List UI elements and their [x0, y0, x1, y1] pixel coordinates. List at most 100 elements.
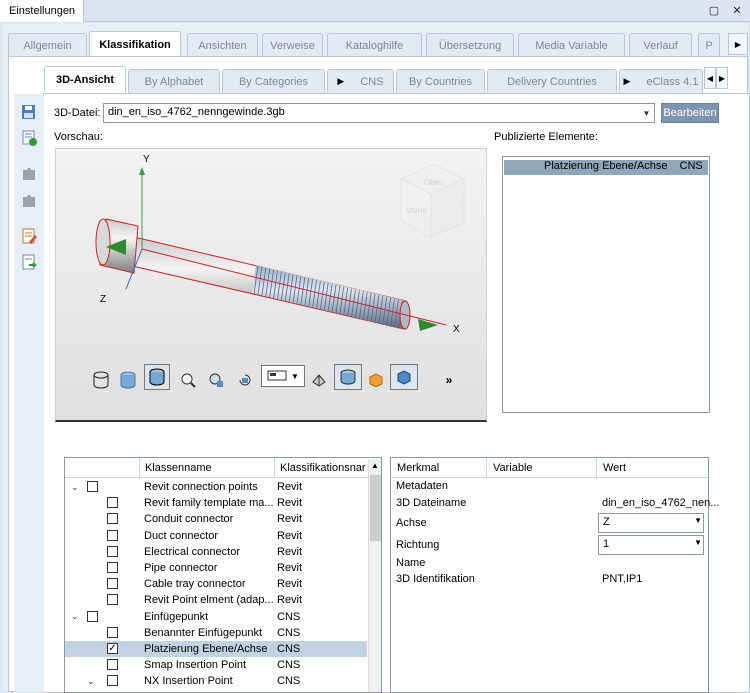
solid-cube-icon[interactable] [390, 364, 418, 390]
edit-button[interactable]: Bearbeiten [661, 103, 719, 123]
tree-row[interactable]: Pipe connector Revit [65, 560, 367, 576]
mesh-icon[interactable] [310, 367, 328, 393]
puzzle-remove-icon[interactable] [20, 192, 38, 210]
row-checkbox[interactable] [107, 594, 118, 606]
subtab-by-countries[interactable]: By Countries [396, 69, 485, 93]
tree-row[interactable]: ⌄ NX Insertion Point CNS [65, 673, 367, 689]
subtab-by-alphabet[interactable]: By Alphabet [128, 69, 220, 93]
tab-media-variable[interactable]: Media Variable [518, 33, 625, 57]
tree-row[interactable]: Duct connector Revit [65, 528, 367, 544]
export-list-icon[interactable] [20, 253, 38, 271]
tab-label: Übersetzung [438, 39, 502, 52]
close-icon[interactable]: ✕ [729, 3, 745, 19]
prop-header-variable[interactable]: Variable [487, 458, 597, 478]
tree-header-name[interactable]: Klassenname [140, 458, 275, 478]
subtab-by-categories[interactable]: By Categories [222, 69, 325, 93]
prop-header-value[interactable]: Wert [597, 458, 708, 478]
property-value-combo[interactable]: 1 ▼ [598, 535, 704, 555]
property-name: 3D Dateiname [396, 497, 467, 509]
y-axis-label: Y [143, 154, 150, 165]
subtab-3d-ansicht[interactable]: 3D-Ansicht [44, 66, 126, 92]
row-class-name: Revit Point elment (adap... [144, 594, 274, 607]
row-checkbox[interactable] [107, 626, 118, 638]
published-row-class: CNS [679, 160, 703, 172]
row-checkbox[interactable] [107, 513, 118, 525]
save-icon[interactable] [20, 103, 38, 121]
tab-scroll-left-icon[interactable]: ◀ [704, 67, 716, 89]
row-checkbox[interactable] [107, 497, 118, 509]
tab-verlauf[interactable]: Verlauf [629, 33, 692, 57]
tab-allgemein[interactable]: Allgemein [8, 33, 87, 57]
row-checkbox[interactable] [107, 578, 118, 590]
published-row[interactable]: Platzierung Ebene/Achse CNS [504, 160, 708, 175]
puzzle-icon[interactable] [20, 165, 38, 183]
chevron-down-icon[interactable]: ▼ [638, 104, 654, 122]
row-checkbox[interactable] [87, 481, 98, 492]
view-mode-dropdown[interactable]: ▼ [261, 365, 305, 387]
tab-kataloghilfe[interactable]: Kataloghilfe [327, 33, 422, 57]
scroll-up-icon[interactable]: ▲ [371, 461, 379, 470]
add-document-icon[interactable] [20, 129, 38, 147]
row-checkbox[interactable] [107, 659, 118, 671]
rotate-icon[interactable] [236, 367, 254, 393]
subtab-cns[interactable]: ▶ CNS [327, 69, 394, 93]
tree-row[interactable]: ✓ Platzierung Ebene/Achse CNS [65, 641, 367, 657]
more-tools-button[interactable]: » [442, 367, 456, 393]
row-checkbox[interactable] [107, 562, 118, 573]
chevron-down-icon[interactable]: ⌄ [71, 611, 81, 622]
tree-scrollbar[interactable]: ▲ [368, 459, 381, 692]
tab-verweise[interactable]: Verweise [262, 33, 323, 57]
tab-klassifikation[interactable]: Klassifikation [89, 31, 181, 57]
tree-row[interactable]: Revit Point elment (adap... Revit [65, 592, 367, 608]
tree-row[interactable]: ⌄ Einfügepunkt CNS [65, 609, 367, 625]
subtab-label: By Countries [409, 75, 472, 88]
row-checkbox[interactable] [107, 529, 118, 541]
subtab-delivery-countries[interactable]: Delivery Countries [487, 69, 617, 93]
file-combo[interactable]: din_en_iso_4762_nenngewinde.3gb ▼ [103, 103, 655, 123]
3d-preview-viewport[interactable]: Oben Vorne Y Z X ▼ » [55, 148, 487, 422]
tab-scroll-right-icon[interactable]: ▶ [716, 67, 728, 89]
file-label: 3D-Datei: [54, 107, 101, 119]
row-checkbox[interactable] [107, 675, 118, 687]
tree-header-class[interactable]: Klassifikationsnar [275, 458, 367, 478]
chevron-down-icon[interactable]: ▼ [694, 538, 702, 547]
main-tab-scroll-icon[interactable]: ▶ [728, 33, 748, 55]
window-tab[interactable]: Einstellungen [0, 0, 85, 22]
shaded-icon[interactable] [119, 367, 137, 393]
scroll-thumb[interactable] [370, 475, 381, 541]
subtab-eclass-4-1[interactable]: ▶ eClass 4.1 [619, 69, 703, 93]
chevron-down-icon[interactable]: ⌄ [87, 676, 97, 687]
wireframe-icon[interactable] [92, 367, 110, 393]
tab-übersetzung[interactable]: Übersetzung [426, 33, 514, 57]
tree-row[interactable]: Electrical connector Revit [65, 544, 367, 560]
class-tree[interactable]: Klassenname Klassifikationsnar ⌄ Revit co… [64, 457, 382, 693]
tree-row[interactable]: Cable tray connector Revit [65, 576, 367, 592]
tree-row[interactable]: Benannter Einfügepunkt CNS [65, 625, 367, 641]
window-titlebar: Einstellungen ▢ ✕ [0, 0, 750, 22]
tree-row[interactable]: Conduit connector Revit [65, 511, 367, 527]
properties-table[interactable]: Merkmal Variable Wert Metadaten 3D Datei… [390, 457, 719, 693]
section-icon[interactable] [334, 364, 362, 390]
chevron-down-icon[interactable]: ⌄ [71, 482, 81, 493]
zoom-fit-icon[interactable] [207, 367, 225, 393]
property-name: Richtung [396, 539, 440, 551]
property-value-combo[interactable]: Z ▼ [598, 513, 704, 533]
color-cube-icon[interactable] [366, 367, 386, 393]
zoom-icon[interactable] [179, 367, 197, 393]
property-value: PNT,IP1 [602, 573, 643, 585]
row-checkbox[interactable] [87, 610, 98, 622]
row-checkbox[interactable]: ✓ [107, 643, 118, 654]
tab-ansichten[interactable]: Ansichten [187, 33, 258, 57]
row-checkbox[interactable] [107, 545, 118, 557]
published-elements-list[interactable] [502, 156, 710, 413]
edit-list-icon[interactable] [20, 227, 38, 245]
tree-row[interactable]: ⌄ Revit connection points Revit [65, 479, 367, 495]
chevron-down-icon[interactable]: ▼ [694, 516, 702, 525]
shaded-edges-icon[interactable] [144, 364, 170, 390]
tree-row[interactable]: Revit family template ma... Revit [65, 495, 367, 511]
maximize-icon[interactable]: ▢ [706, 3, 722, 19]
view-cube[interactable]: Oben Vorne [399, 163, 466, 238]
tree-row[interactable]: Smap Insertion Point CNS [65, 657, 367, 673]
tab-p[interactable]: P [698, 33, 720, 57]
prop-header-feature[interactable]: Merkmal [391, 458, 487, 478]
